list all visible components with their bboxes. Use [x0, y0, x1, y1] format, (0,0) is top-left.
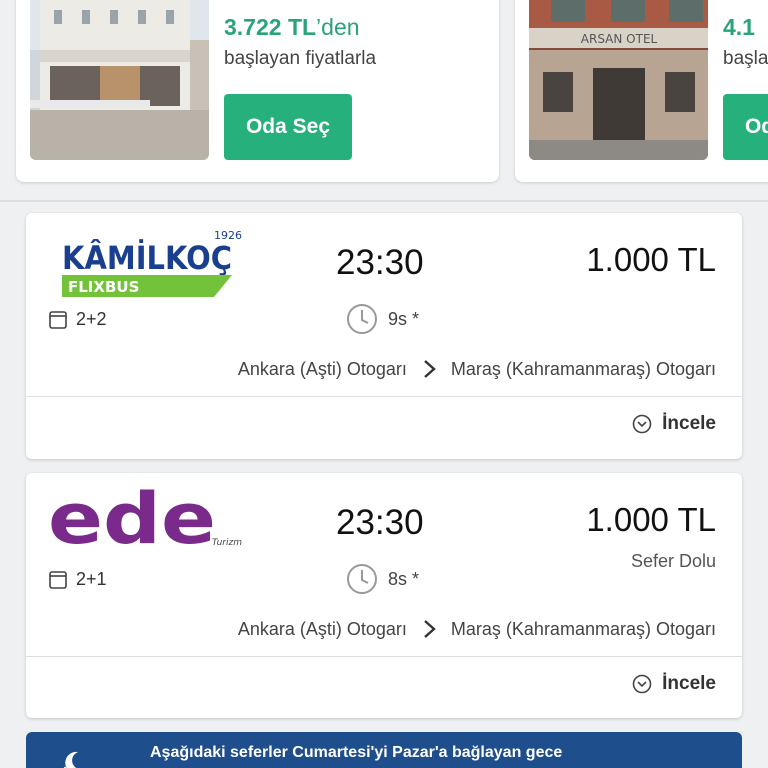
hotel-photo: ARSAN OTEL	[529, 0, 708, 160]
hotel-photo	[30, 0, 209, 160]
route: Ankara (Aşti) Otogarı Maraş (Kahramanmar…	[238, 357, 716, 381]
hotel-card[interactable]: ARSAN OTEL 4.1 başla Oda Seç	[515, 0, 768, 182]
hotel-card[interactable]: 3.722 TL’den başlayan fiyatlarla Oda Seç	[16, 0, 499, 182]
origin-station: Ankara (Aşti) Otogarı	[237, 358, 407, 379]
seat-icon	[49, 570, 67, 589]
seat-layout: 2+2	[48, 309, 107, 330]
departure-time: 23:30	[336, 243, 424, 282]
hotel-carousel[interactable]: 3.722 TL’den başlayan fiyatlarla Oda Seç…	[0, 0, 768, 200]
svg-text:FLIXBUS: FLIXBUS	[68, 278, 139, 296]
hotel-price: 4.1	[723, 14, 755, 40]
trip-card[interactable]: 1926 KÂMİLKOÇ FLIXBUS 2+2 23:30 9s * 1.0…	[26, 213, 742, 459]
departure-time: 23:30	[336, 503, 424, 542]
svg-text:Turizm: Turizm	[212, 538, 242, 548]
seat-icon	[49, 310, 67, 329]
hotel-sign: ARSAN OTEL	[581, 32, 658, 46]
trip-duration: 9s *	[346, 303, 419, 335]
night-trips-banner: Aşağıdaki seferler Cumartesi'yi Pazar'a …	[26, 732, 742, 768]
hotel-price-caption: başla	[723, 48, 768, 69]
seat-layout: 2+1	[48, 569, 107, 590]
select-room-button[interactable]: Oda Seç	[224, 94, 352, 160]
chevron-right-icon	[424, 620, 436, 638]
company-logo-ede: ede Turizm	[48, 478, 248, 561]
destination-station: Maraş (Kahramanmaraş) Otogarı	[450, 358, 716, 379]
chevron-down-circle-icon	[632, 414, 652, 434]
moon-icon	[63, 751, 86, 768]
trip-summary[interactable]: ede Turizm 2+1 23:30 8s * 1.000 TL Sefer…	[26, 473, 742, 657]
details-button[interactable]: İncele	[632, 413, 716, 435]
svg-text:KÂMİLKOÇ: KÂMİLKOÇ	[62, 239, 232, 277]
ticket-price: 1.000 TL	[586, 241, 716, 278]
select-room-button[interactable]: Oda Seç	[723, 94, 768, 160]
trip-status: Sefer Dolu	[630, 551, 716, 571]
svg-text:ede: ede	[48, 485, 216, 560]
details-button[interactable]: İncele	[632, 673, 716, 695]
ticket-price: 1.000 TL	[586, 501, 716, 538]
hotel-price: 3.722 TL’den	[224, 14, 360, 40]
chevron-down-circle-icon	[632, 674, 652, 694]
destination-station: Maraş (Kahramanmaraş) Otogarı	[450, 618, 716, 639]
clock-icon	[347, 304, 377, 334]
trip-summary[interactable]: 1926 KÂMİLKOÇ FLIXBUS 2+2 23:30 9s * 1.0…	[26, 213, 742, 397]
company-logo-kamilkoc: 1926 KÂMİLKOÇ FLIXBUS	[48, 225, 248, 301]
trip-duration: 8s *	[346, 563, 419, 595]
chevron-right-icon	[424, 360, 436, 378]
route: Ankara (Aşti) Otogarı Maraş (Kahramanmar…	[238, 617, 716, 641]
section-divider	[0, 200, 768, 202]
origin-station: Ankara (Aşti) Otogarı	[237, 618, 407, 639]
banner-text: Aşağıdaki seferler Cumartesi'yi Pazar'a …	[150, 744, 563, 761]
clock-icon	[347, 564, 377, 594]
hotel-price-caption: başlayan fiyatlarla	[224, 48, 377, 69]
trip-card[interactable]: ede Turizm 2+1 23:30 8s * 1.000 TL Sefer…	[26, 473, 742, 718]
